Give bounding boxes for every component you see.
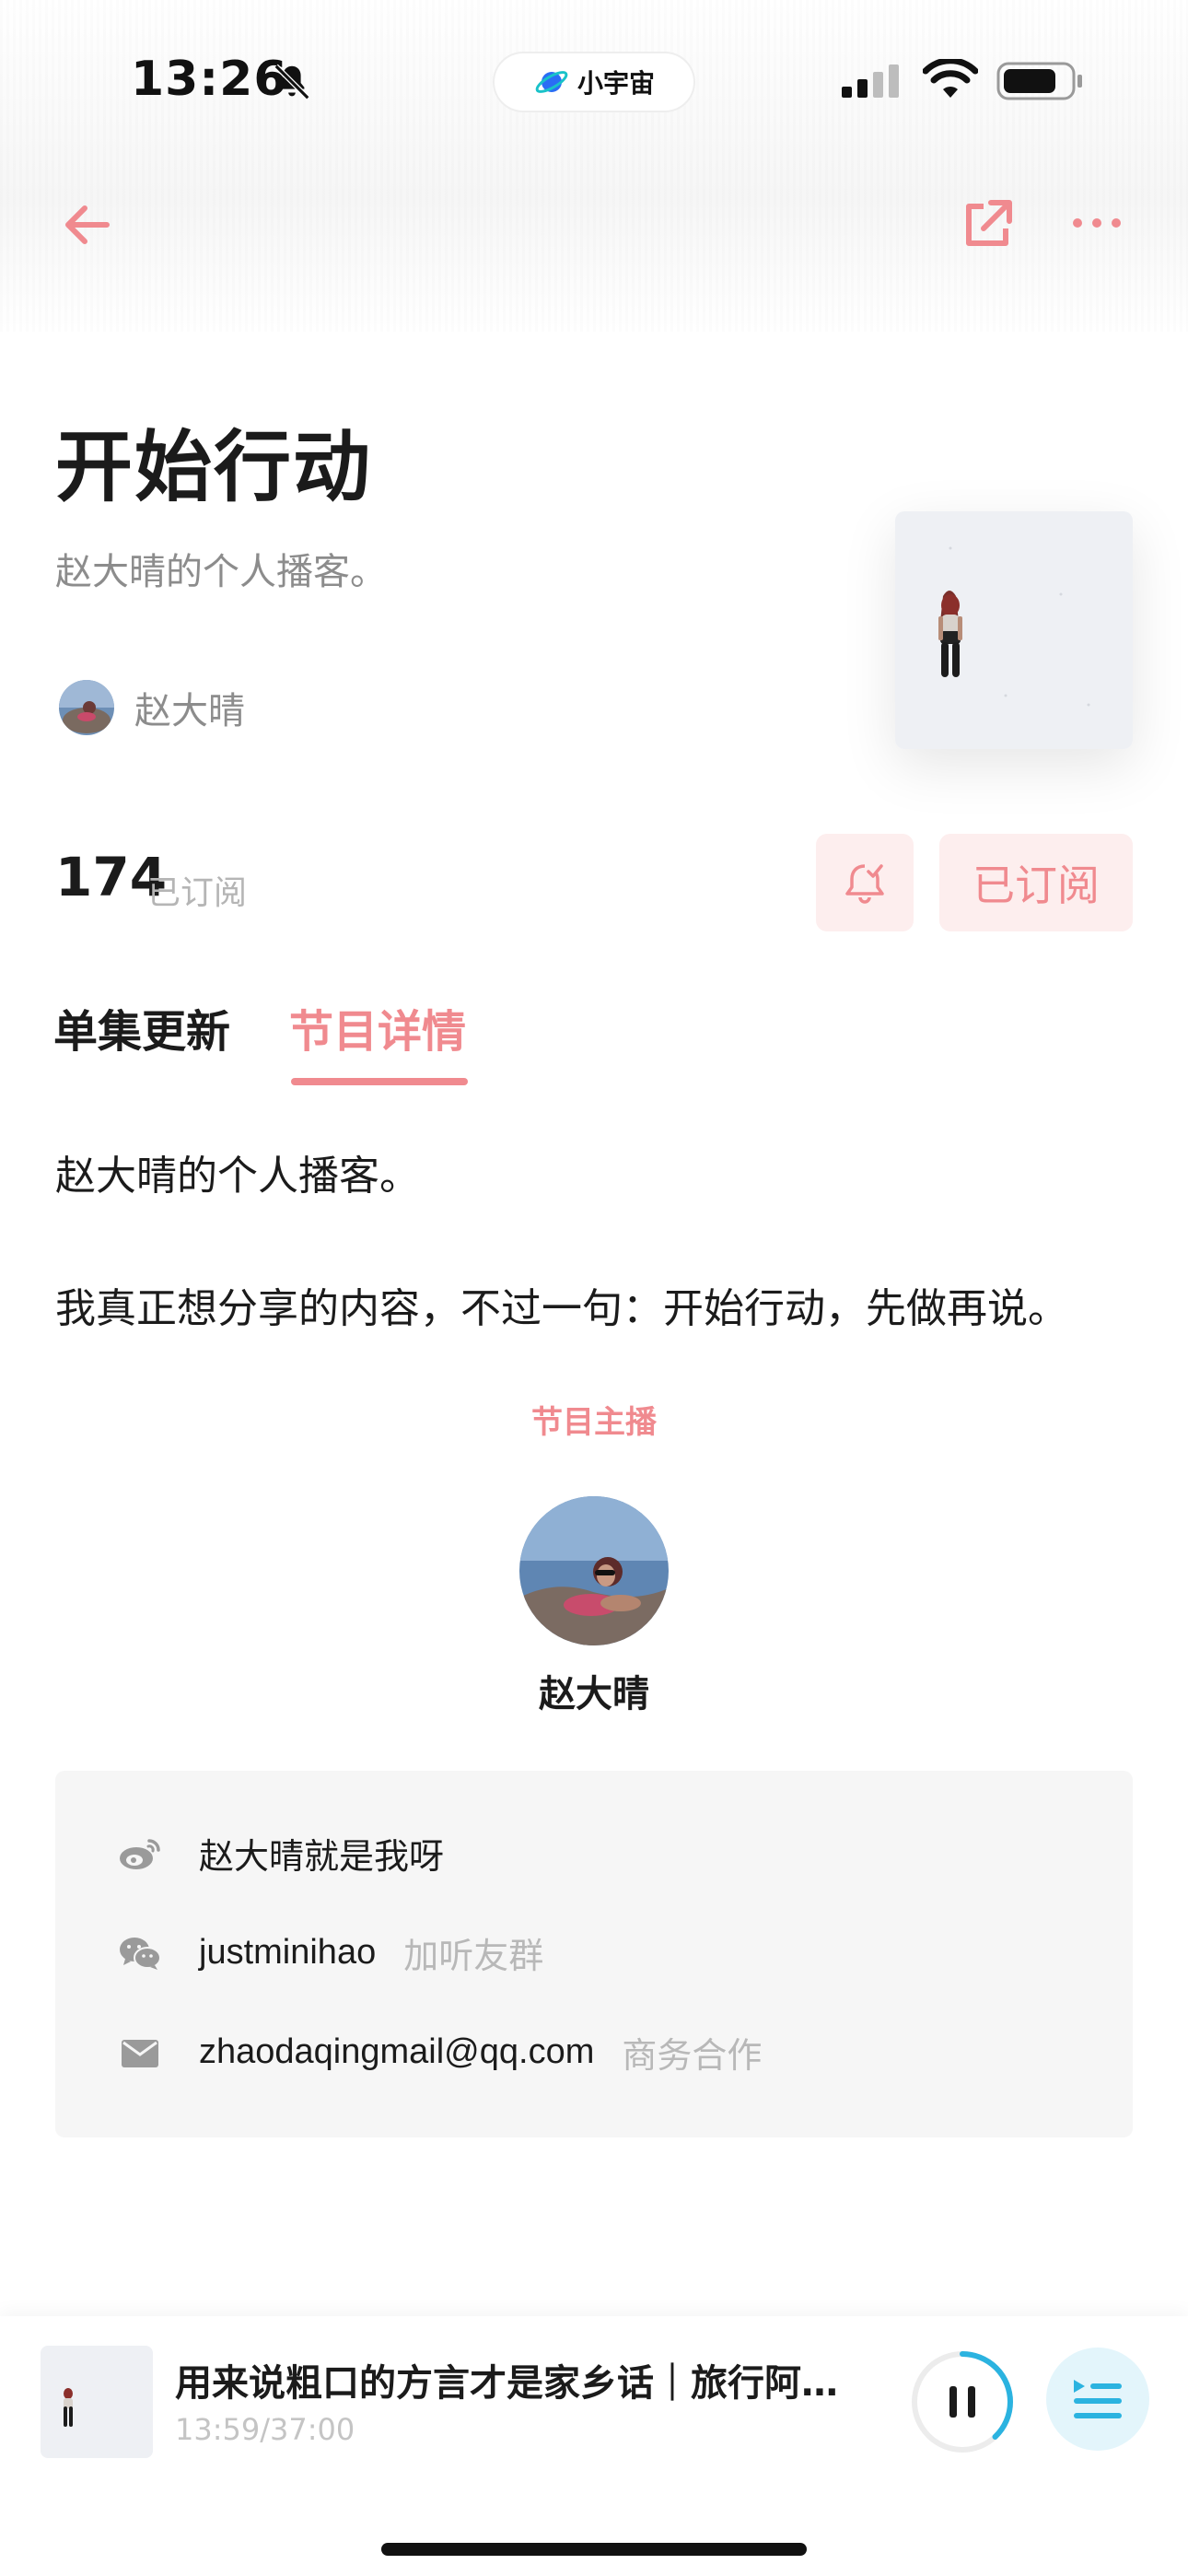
podcast-title: 开始行动 [55, 422, 373, 512]
weibo-icon [120, 1838, 160, 1869]
author-avatar [59, 680, 114, 735]
playlist-button[interactable] [1046, 2348, 1149, 2451]
planet-icon [535, 71, 568, 93]
tab-details[interactable]: 节目详情 [289, 995, 466, 1060]
wechat-icon [120, 1937, 161, 1970]
wechat-value: justminihao [199, 1933, 377, 1972]
player-episode-title: 用来说粗口的方言才是家乡话｜旅行阿拉... [175, 2362, 866, 2405]
email-value: zhaodaqingmail@qq.com [199, 2032, 595, 2071]
bell-check-icon [845, 864, 884, 904]
podcast-cover-image [895, 511, 1133, 749]
signal-icon [842, 64, 899, 98]
home-indicator [381, 2543, 807, 2556]
description-line-2: 我真正想分享的内容，不过一句：开始行动，先做再说。 [55, 1285, 1068, 1332]
contact-email[interactable]: zhaodaqingmail@qq.com 商务合作 [118, 2027, 762, 2078]
app-island[interactable]: 小宇宙 [493, 52, 695, 112]
share-icon[interactable] [958, 195, 1017, 254]
player-time: 13:59/37:00 [175, 2412, 355, 2447]
mini-player[interactable]: 用来说粗口的方言才是家乡话｜旅行阿拉... 13:59/37:00 [0, 2316, 1188, 2576]
playlist-icon [1074, 2380, 1122, 2418]
wechat-note: 加听友群 [403, 1936, 544, 1976]
host-name: 赵大晴 [539, 1673, 649, 1715]
host-heading: 节目主播 [531, 1404, 657, 1441]
mail-icon [122, 2039, 158, 2067]
notification-button[interactable] [816, 834, 914, 931]
player-cover-image [41, 2346, 153, 2458]
author-name: 赵大晴 [134, 690, 245, 732]
contact-weibo[interactable]: 赵大晴就是我呀 [118, 1828, 444, 1879]
weibo-value: 赵大晴就是我呀 [199, 1838, 445, 1877]
pause-icon [949, 2386, 957, 2418]
wifi-icon [923, 59, 978, 98]
contact-card: 赵大晴就是我呀 justminihao 加听友群 zhaodaqingmail@… [55, 1771, 1133, 2137]
host-avatar[interactable] [519, 1496, 669, 1645]
author-link[interactable]: 赵大晴 [59, 680, 245, 735]
back-arrow-icon[interactable] [59, 199, 118, 251]
bell-off-icon [274, 64, 310, 100]
active-tab-indicator [291, 1078, 468, 1085]
description-line-1: 赵大晴的个人播客。 [55, 1153, 420, 1200]
battery-icon [996, 62, 1082, 100]
contact-wechat[interactable]: justminihao 加听友群 [118, 1927, 543, 1978]
tab-episodes[interactable]: 单集更新 [53, 995, 230, 1060]
status-time: 13:26 [131, 52, 288, 107]
pause-button[interactable] [908, 2348, 1017, 2456]
subscribed-button[interactable]: 已订阅 [939, 834, 1133, 931]
email-note: 商务合作 [622, 2035, 763, 2076]
header-background [0, 0, 1188, 332]
podcast-subtitle: 赵大晴的个人播客。 [55, 551, 387, 593]
subscriber-label: 已订阅 [147, 874, 248, 912]
island-label: 小宇宙 [577, 68, 655, 99]
more-icon[interactable] [1070, 208, 1124, 238]
